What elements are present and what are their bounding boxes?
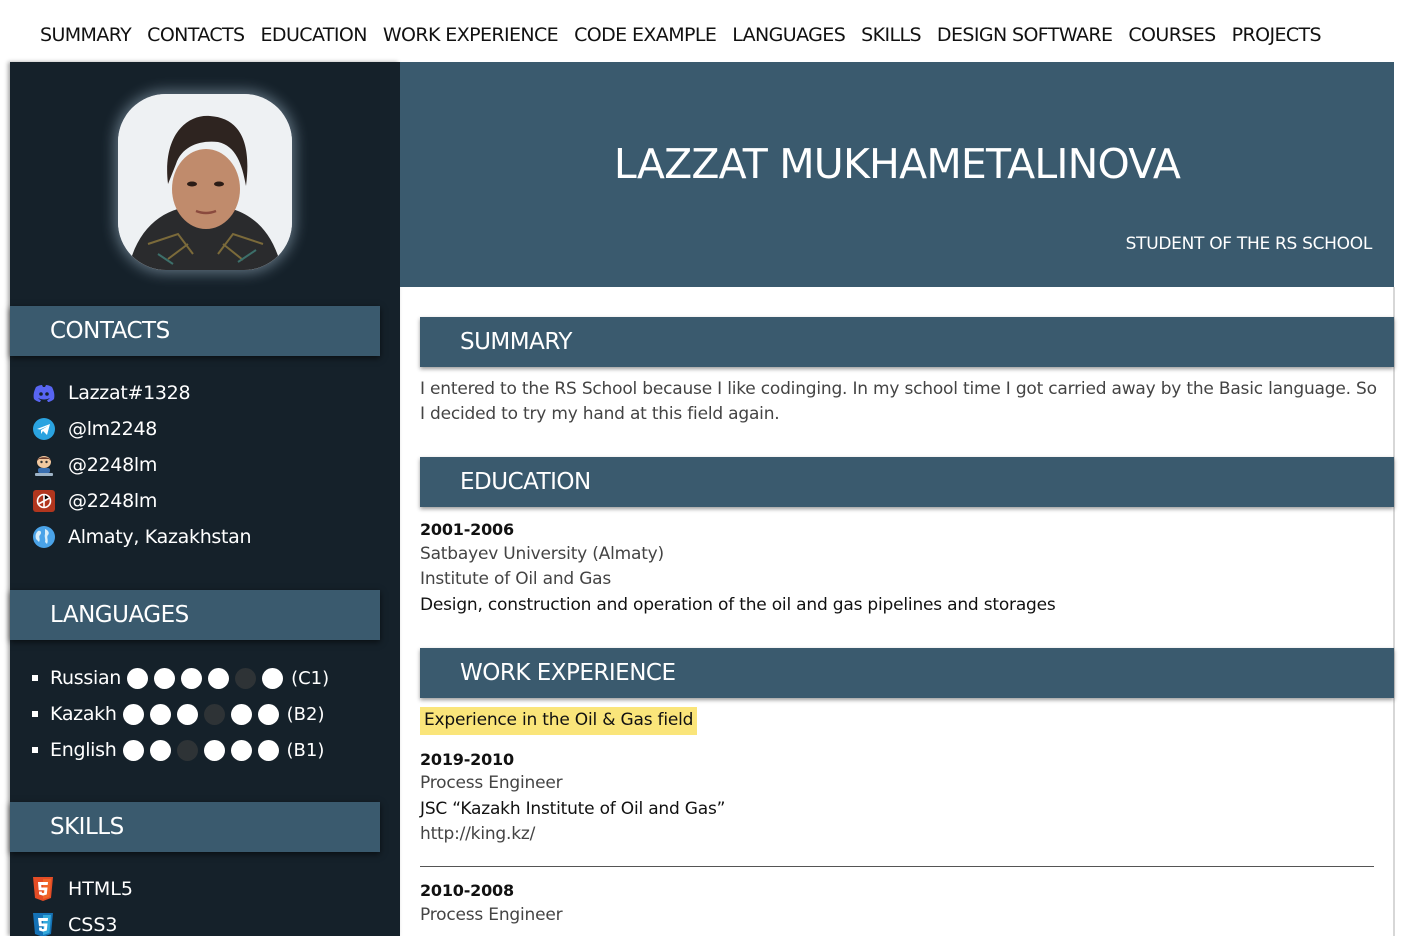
- level-dot: [230, 739, 252, 761]
- contact-telegram[interactable]: @lm2248: [32, 414, 157, 444]
- nav-projects[interactable]: PROJECTS: [1232, 24, 1322, 46]
- skills-title: SKILLS: [50, 814, 124, 840]
- level-dot: [176, 703, 198, 725]
- education-institute: Institute of Oil and Gas: [420, 569, 612, 589]
- education-program: Design, construction and operation of th…: [420, 595, 1056, 615]
- job-position: Process Engineer: [420, 905, 563, 925]
- education-years: 2001-2006: [420, 520, 514, 539]
- nav-skills[interactable]: SKILLS: [861, 24, 921, 46]
- language-name: Russian: [50, 667, 122, 689]
- contact-github[interactable]: @2248lm: [32, 450, 157, 480]
- job-years: 2010-2008: [420, 881, 514, 900]
- languages-title: LANGUAGES: [50, 602, 189, 628]
- languages-heading: LANGUAGES: [10, 590, 380, 640]
- level-dot: [154, 667, 176, 689]
- codewars-icon: [32, 489, 56, 513]
- person-name: LAZZAT MUKHAMETALINOVA: [613, 140, 1181, 188]
- contact-location: Almaty, Kazakhstan: [32, 522, 252, 552]
- language-level: (C1): [291, 667, 330, 689]
- contact-text: Almaty, Kazakhstan: [68, 526, 252, 548]
- skill-text: CSS3: [68, 914, 118, 936]
- level-dot: [149, 703, 171, 725]
- level-dot: [230, 703, 252, 725]
- education-title: EDUCATION: [460, 469, 591, 495]
- bullet: [32, 675, 38, 681]
- summary-heading: SUMMARY: [420, 317, 1394, 367]
- avatar: [118, 94, 292, 270]
- nav-contacts[interactable]: CONTACTS: [147, 24, 245, 46]
- level-dot: [181, 667, 203, 689]
- language-level: (B1): [286, 739, 325, 761]
- level-dot: [235, 667, 257, 689]
- education-university: Satbayev University (Almaty): [420, 544, 664, 564]
- job-position: Process Engineer: [420, 773, 563, 793]
- contact-text: @2248lm: [68, 454, 158, 476]
- globe-icon: [32, 525, 56, 549]
- contact-text: @lm2248: [68, 418, 158, 440]
- nav-design-software[interactable]: DESIGN SOFTWARE: [937, 24, 1113, 46]
- skill-css3: CSS3: [32, 910, 117, 936]
- skill-text: HTML5: [68, 878, 133, 900]
- nav-summary[interactable]: SUMMARY: [40, 24, 132, 46]
- level-dot: [257, 703, 279, 725]
- level-dot: [257, 739, 279, 761]
- main-right-border: [1393, 287, 1395, 936]
- skill-html5: HTML5: [32, 874, 133, 904]
- work-title: WORK EXPERIENCE: [460, 660, 676, 686]
- contacts-title: CONTACTS: [50, 318, 170, 344]
- language-russian: Russian (C1): [32, 664, 329, 692]
- top-navigation: SUMMARY CONTACTS EDUCATION WORK EXPERIEN…: [0, 0, 1404, 62]
- level-dot: [203, 703, 225, 725]
- github-icon: [32, 453, 56, 477]
- language-level: (B2): [286, 703, 325, 725]
- contact-discord[interactable]: Lazzat#1328: [32, 378, 191, 408]
- contact-text: @2248lm: [68, 490, 158, 512]
- html5-icon: [32, 876, 54, 902]
- divider: [420, 866, 1374, 867]
- profile-photo: [118, 94, 292, 270]
- level-dot: [262, 667, 284, 689]
- nav-education[interactable]: EDUCATION: [261, 24, 368, 46]
- level-dot: [176, 739, 198, 761]
- language-name: Kazakh: [50, 703, 117, 725]
- nav-work-experience[interactable]: WORK EXPERIENCE: [383, 24, 559, 46]
- summary-title: SUMMARY: [460, 329, 572, 355]
- job-company: JSC “Kazakh Institute of Oil and Gas”: [420, 799, 726, 819]
- css3-icon: [32, 912, 54, 936]
- job-years: 2019-2010: [420, 750, 514, 769]
- nav-courses[interactable]: COURSES: [1128, 24, 1216, 46]
- bullet: [32, 747, 38, 753]
- job-link[interactable]: http://king.kz/: [420, 822, 1380, 847]
- summary-text: I entered to the RS School because I lik…: [420, 379, 1377, 424]
- education-heading: EDUCATION: [420, 457, 1394, 507]
- level-dot: [149, 739, 171, 761]
- level-dot: [203, 739, 225, 761]
- level-dot: [122, 703, 144, 725]
- nav-languages[interactable]: LANGUAGES: [732, 24, 846, 46]
- telegram-icon: [32, 417, 56, 441]
- language-kazakh: Kazakh (B2): [32, 700, 325, 728]
- skills-heading: SKILLS: [10, 802, 380, 852]
- discord-icon: [32, 381, 56, 405]
- contact-codewars[interactable]: @2248lm: [32, 486, 157, 516]
- hero-header: LAZZAT MUKHAMETALINOVA STUDENT OF THE RS…: [400, 62, 1394, 287]
- level-dot: [127, 667, 149, 689]
- language-name: English: [50, 739, 117, 761]
- experience-highlight: Experience in the Oil & Gas field: [420, 707, 698, 735]
- bullet: [32, 711, 38, 717]
- level-dot: [208, 667, 230, 689]
- person-role: STUDENT OF THE RS SCHOOL: [1125, 234, 1373, 254]
- contact-text: Lazzat#1328: [68, 382, 191, 404]
- work-heading: WORK EXPERIENCE: [420, 648, 1394, 698]
- level-dot: [122, 739, 144, 761]
- language-english: English (B1): [32, 736, 324, 764]
- contacts-heading: CONTACTS: [10, 306, 380, 356]
- nav-code-example[interactable]: CODE EXAMPLE: [574, 24, 717, 46]
- sidebar: CONTACTS Lazzat#1328 @lm2248 @2248lm @22…: [10, 62, 400, 936]
